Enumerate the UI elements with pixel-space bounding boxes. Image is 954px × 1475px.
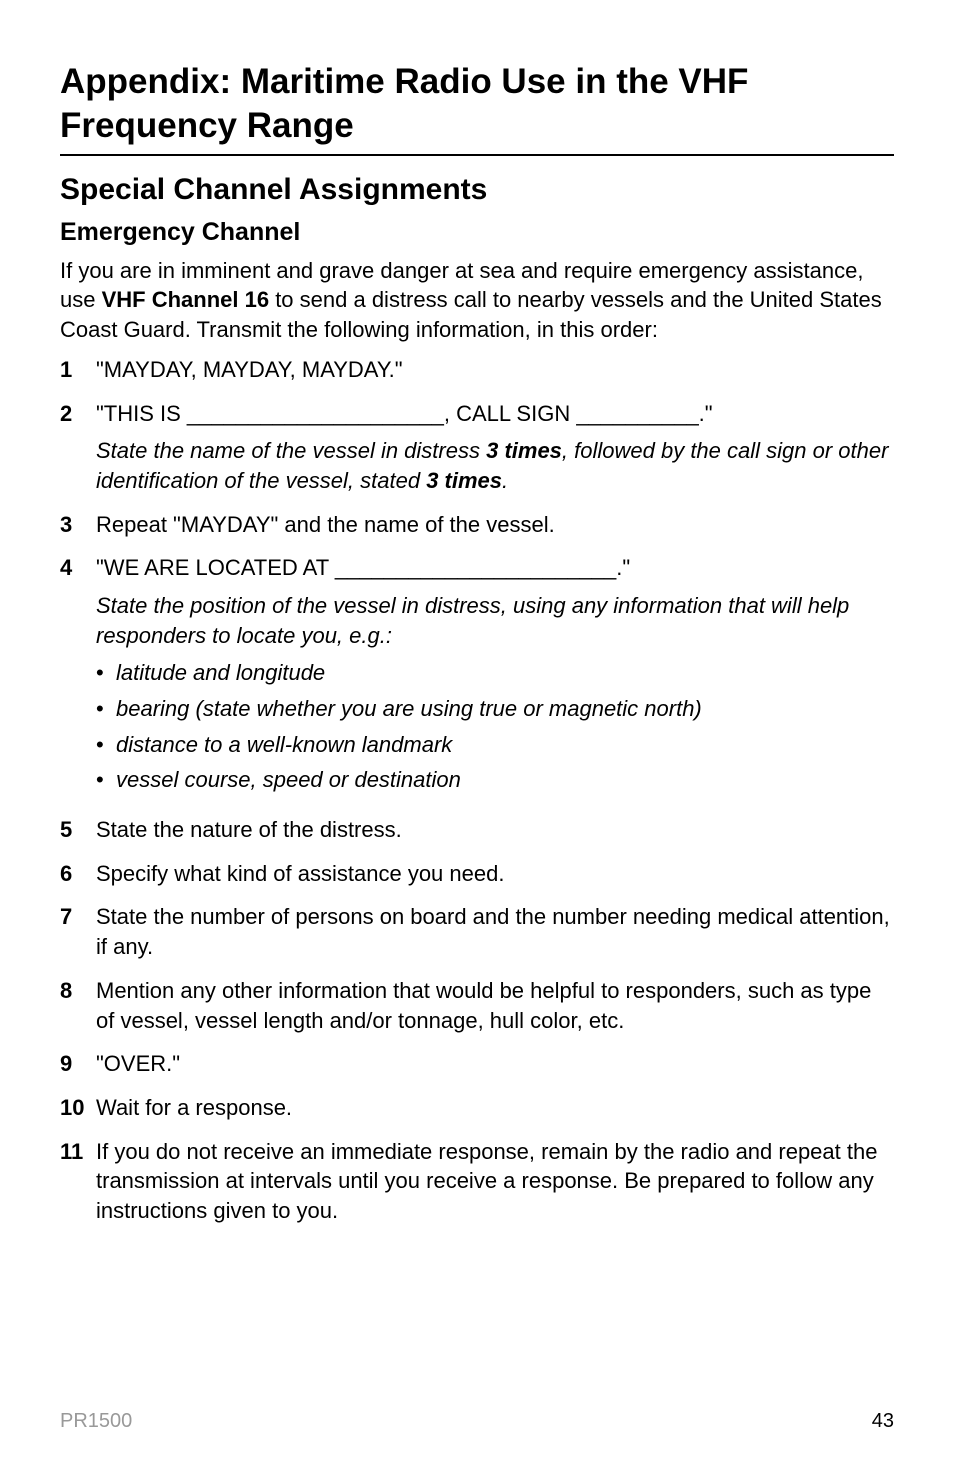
item-number: 1 [60,355,96,385]
procedure-list: 1 "MAYDAY, MAYDAY, MAYDAY." 2 "THIS IS _… [60,355,894,1226]
note-bold: 3 times [426,468,502,493]
bullet-icon: • [96,765,116,795]
item-text: State the nature of the distress. [96,815,894,845]
note-bold: 3 times [486,438,562,463]
bullet-text: distance to a well-known landmark [116,730,452,760]
list-item: 11 If you do not receive an immediate re… [60,1137,894,1226]
subsection-title: Emergency Channel [60,216,894,250]
item-text: If you do not receive an immediate respo… [96,1137,894,1226]
item-number: 4 [60,553,96,583]
appendix-title: Appendix: Maritime Radio Use in the VHF … [60,60,894,148]
footer-model: PR1500 [60,1408,132,1435]
list-item: 1 "MAYDAY, MAYDAY, MAYDAY." [60,355,894,385]
sub-bullet: •bearing (state whether you are using tr… [96,694,894,724]
item-content: "THIS IS _____________________, CALL SIG… [96,399,894,496]
item-text: "WE ARE LOCATED AT _____________________… [96,555,630,580]
bullet-icon: • [96,658,116,688]
item-number: 11 [60,1137,96,1167]
title-rule [60,154,894,156]
item-text: Specify what kind of assistance you need… [96,859,894,889]
item-text: Mention any other information that would… [96,976,894,1035]
list-item: 5 State the nature of the distress. [60,815,894,845]
list-item: 7 State the number of persons on board a… [60,902,894,961]
note-part: State the name of the vessel in distress [96,438,486,463]
item-text: Repeat "MAYDAY" and the name of the vess… [96,510,894,540]
sub-bullet-list: •latitude and longitude •bearing (state … [96,658,894,795]
item-number: 6 [60,859,96,889]
item-number: 5 [60,815,96,845]
item-number: 2 [60,399,96,429]
bullet-icon: • [96,694,116,724]
sub-bullet: •latitude and longitude [96,658,894,688]
item-content: "WE ARE LOCATED AT _____________________… [96,553,894,801]
list-item: 4 "WE ARE LOCATED AT ___________________… [60,553,894,801]
item-number: 10 [60,1093,96,1123]
intro-bold: VHF Channel 16 [102,287,269,312]
item-number: 7 [60,902,96,932]
footer-page-number: 43 [872,1408,894,1435]
item-number: 8 [60,976,96,1006]
bullet-text: bearing (state whether you are using tru… [116,694,702,724]
bullet-text: vessel course, speed or destination [116,765,461,795]
item-text: "MAYDAY, MAYDAY, MAYDAY." [96,355,894,385]
list-item: 2 "THIS IS _____________________, CALL S… [60,399,894,496]
item-note: State the position of the vessel in dist… [96,591,894,650]
intro-paragraph: If you are in imminent and grave danger … [60,256,894,345]
item-note: State the name of the vessel in distress… [96,436,894,495]
list-item: 10 Wait for a response. [60,1093,894,1123]
bullet-text: latitude and longitude [116,658,325,688]
item-text: State the number of persons on board and… [96,902,894,961]
section-title: Special Channel Assignments [60,170,894,211]
item-text: "THIS IS _____________________, CALL SIG… [96,401,713,426]
item-text: "OVER." [96,1049,894,1079]
list-item: 8 Mention any other information that wou… [60,976,894,1035]
item-text: Wait for a response. [96,1093,894,1123]
sub-bullet: •distance to a well-known landmark [96,730,894,760]
list-item: 3 Repeat "MAYDAY" and the name of the ve… [60,510,894,540]
page-footer: PR1500 43 [60,1408,894,1435]
item-number: 3 [60,510,96,540]
item-number: 9 [60,1049,96,1079]
bullet-icon: • [96,730,116,760]
list-item: 6 Specify what kind of assistance you ne… [60,859,894,889]
sub-bullet: •vessel course, speed or destination [96,765,894,795]
list-item: 9 "OVER." [60,1049,894,1079]
note-part: . [502,468,508,493]
